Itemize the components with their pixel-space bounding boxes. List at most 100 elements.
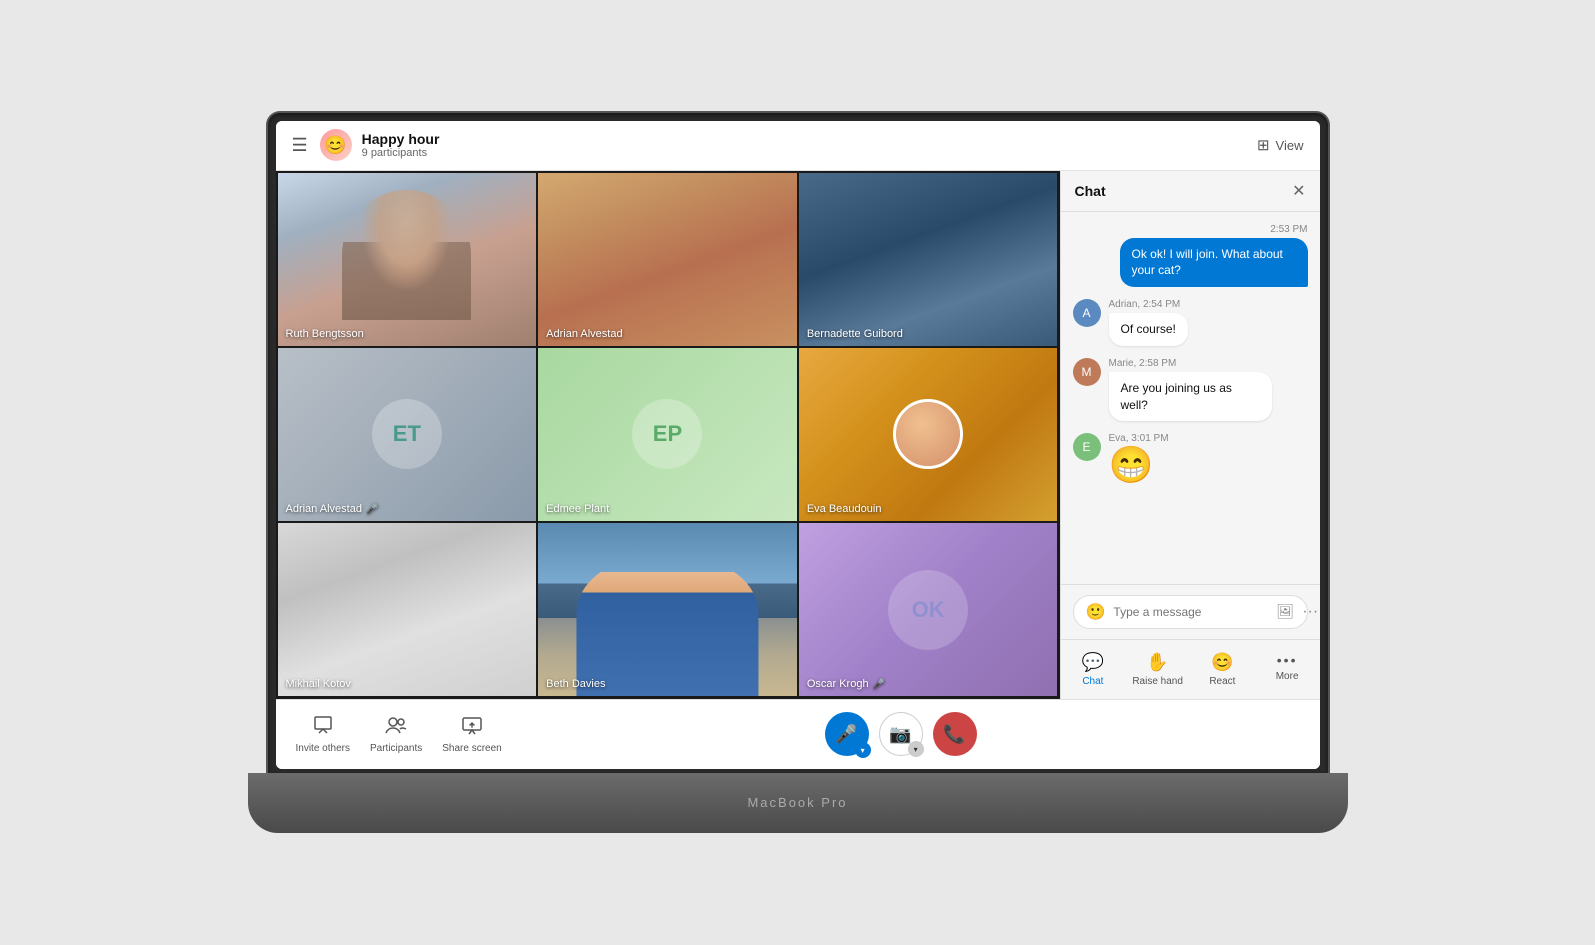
label-oscar: Oscar Krogh 🎤: [807, 678, 885, 690]
meeting-participants: 9 participants: [362, 147, 440, 159]
chat-panel: Chat ✕ 2:53 PM Ok ok! I will join. What …: [1060, 171, 1320, 699]
toolbar-left: Invite others Participants Share screen: [296, 715, 502, 754]
chat-input-box: 🙂 🖼 ···: [1073, 595, 1308, 629]
chat-close-button[interactable]: ✕: [1292, 181, 1305, 201]
chat-input-area: 🙂 🖼 ···: [1061, 584, 1320, 639]
participants-button[interactable]: Participants: [370, 715, 422, 754]
msg-bubble-1: Ok ok! I will join. What about your cat?: [1120, 238, 1308, 288]
msg-wrapper-2: M Marie, 2:58 PM Are you joining us as w…: [1073, 358, 1273, 422]
react-icon: 😊: [1211, 652, 1233, 673]
label-ruth: Ruth Bengtsson: [286, 328, 364, 340]
attach-button[interactable]: 🖼: [1276, 603, 1294, 620]
share-screen-button[interactable]: Share screen: [442, 715, 501, 754]
chat-tab-more[interactable]: ••• More: [1255, 648, 1320, 691]
video-grid: Ruth Bengtsson Adrian Alvestad Bernadett…: [276, 171, 1060, 699]
main-content: Ruth Bengtsson Adrian Alvestad Bernadett…: [276, 171, 1320, 699]
share-label: Share screen: [442, 743, 501, 754]
video-cell-ruth[interactable]: Ruth Bengtsson: [278, 173, 537, 346]
avatar-adrian-chat: A: [1073, 299, 1101, 327]
chat-header: Chat ✕: [1061, 171, 1320, 212]
grid-icon: ⊞: [1257, 136, 1270, 154]
msg-text-1: Of course!: [1109, 313, 1188, 346]
muted-icon-et: 🎤: [366, 504, 378, 515]
label-mikhail: Mikhail Kotov: [286, 678, 351, 690]
mic-button[interactable]: 🎤 ▾: [825, 712, 869, 756]
avatar-ep: EP: [632, 399, 702, 469]
raise-hand-label: Raise hand: [1132, 676, 1183, 687]
meeting-info: Happy hour 9 participants: [362, 131, 440, 159]
invite-icon: [313, 715, 333, 740]
video-button[interactable]: 📷 ▾: [879, 712, 923, 756]
hamburger-icon[interactable]: ☰: [292, 135, 308, 156]
video-cell-eva[interactable]: Eva Beaudouin: [799, 348, 1058, 521]
chat-tab-raise-hand[interactable]: ✋ Raise hand: [1125, 648, 1190, 691]
view-button[interactable]: ⊞ View: [1257, 136, 1304, 154]
incoming-message-3: E Eva, 3:01 PM 😁: [1073, 433, 1169, 483]
video-cell-mikhail[interactable]: Mikhail Kotov: [278, 523, 537, 696]
muted-icon-oscar: 🎤: [873, 679, 885, 690]
emoji-button[interactable]: 🙂: [1086, 602, 1106, 622]
raise-hand-icon: ✋: [1146, 652, 1168, 673]
msg-time-1: 2:53 PM: [1120, 224, 1308, 235]
video-cell-ep[interactable]: EP Edmee Plant: [538, 348, 797, 521]
video-cell-bernadette[interactable]: Bernadette Guibord: [799, 173, 1058, 346]
avatar-marie-chat: M: [1073, 358, 1101, 386]
more-icon: •••: [1277, 652, 1298, 668]
laptop-frame: ☰ 😊 Happy hour 9 participants ⊞ View: [248, 113, 1348, 833]
label-eva: Eva Beaudouin: [807, 503, 882, 515]
msg-content-1: Adrian, 2:54 PM Of course!: [1109, 299, 1188, 346]
chat-title: Chat: [1075, 183, 1106, 199]
bottom-toolbar: Invite others Participants Share screen: [276, 699, 1320, 769]
chat-tab-chat[interactable]: 💬 Chat: [1061, 648, 1126, 691]
msg-content-2: Marie, 2:58 PM Are you joining us as wel…: [1109, 358, 1273, 422]
label-beth: Beth Davies: [546, 678, 605, 690]
msg-sender-2: Marie, 2:58 PM: [1109, 358, 1273, 369]
participants-icon: [385, 715, 407, 740]
msg-sender-3: Eva, 3:01 PM: [1109, 433, 1169, 444]
chat-tab-label: Chat: [1082, 676, 1103, 687]
incoming-message-2: M Marie, 2:58 PM Are you joining us as w…: [1073, 358, 1273, 422]
label-adrian: Adrian Alvestad: [546, 328, 622, 340]
share-icon: [462, 715, 482, 740]
msg-content-3: Eva, 3:01 PM 😁: [1109, 433, 1169, 483]
oscar-avatar: OK: [888, 570, 968, 650]
meeting-avatar: 😊: [320, 129, 352, 161]
invite-label: Invite others: [296, 743, 350, 754]
more-options-button[interactable]: ···: [1302, 603, 1318, 621]
msg-sender-1: Adrian, 2:54 PM: [1109, 299, 1188, 310]
avatar-eva-chat: E: [1073, 433, 1101, 461]
msg-wrapper-3: E Eva, 3:01 PM 😁: [1073, 433, 1169, 483]
msg-emoji-3: 😁: [1109, 447, 1169, 483]
video-cell-adrian[interactable]: Adrian Alvestad: [538, 173, 797, 346]
avatar-et: ET: [372, 399, 442, 469]
msg-wrapper-1: A Adrian, 2:54 PM Of course!: [1073, 299, 1188, 346]
incoming-message-1: A Adrian, 2:54 PM Of course!: [1073, 299, 1188, 346]
react-label: React: [1209, 676, 1235, 687]
chat-bottom-tabs: 💬 Chat ✋ Raise hand 😊 React •••: [1061, 639, 1320, 699]
end-call-button[interactable]: 📞: [933, 712, 977, 756]
laptop-body: MacBook Pro: [248, 773, 1348, 833]
eva-photo: [893, 399, 963, 469]
view-label: View: [1276, 138, 1304, 153]
laptop-screen-outer: ☰ 😊 Happy hour 9 participants ⊞ View: [268, 113, 1328, 773]
toolbar-center: 🎤 ▾ 📷 ▾ 📞: [502, 712, 1300, 756]
mic-chevron[interactable]: ▾: [855, 742, 871, 758]
chat-icon: 💬: [1082, 652, 1104, 673]
chat-messages: 2:53 PM Ok ok! I will join. What about y…: [1061, 212, 1320, 584]
outgoing-message-1: 2:53 PM Ok ok! I will join. What about y…: [1120, 224, 1308, 288]
chat-tab-react[interactable]: 😊 React: [1190, 648, 1255, 691]
message-input[interactable]: [1113, 605, 1268, 619]
invite-button[interactable]: Invite others: [296, 715, 350, 754]
participants-label: Participants: [370, 743, 422, 754]
label-bernadette: Bernadette Guibord: [807, 328, 903, 340]
label-et: Adrian Alvestad 🎤: [286, 503, 379, 515]
video-cell-beth[interactable]: b Beth Davies: [538, 523, 797, 696]
msg-text-2: Are you joining us as well?: [1109, 372, 1273, 422]
laptop-brand-label: MacBook Pro: [747, 795, 847, 810]
label-ep: Edmee Plant: [546, 503, 609, 515]
video-chevron[interactable]: ▾: [908, 741, 924, 757]
meeting-title: Happy hour: [362, 131, 440, 147]
video-cell-oscar[interactable]: OK Oscar Krogh 🎤: [799, 523, 1058, 696]
more-label: More: [1276, 671, 1299, 682]
video-cell-et[interactable]: ET Adrian Alvestad 🎤: [278, 348, 537, 521]
